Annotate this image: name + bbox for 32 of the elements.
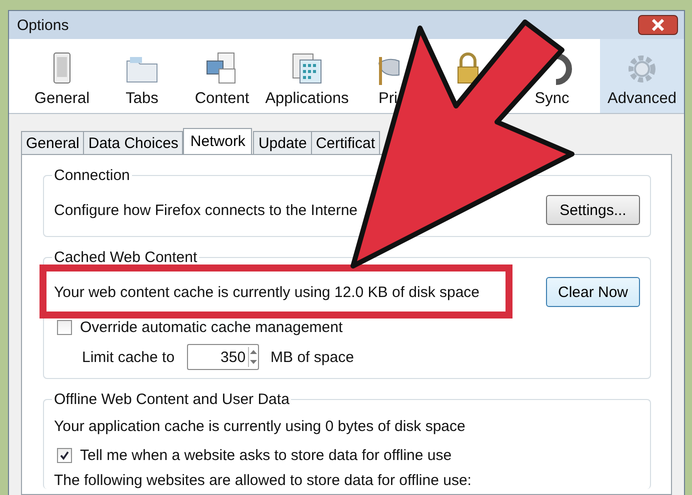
group-title: Cached Web Content (53, 249, 198, 266)
settings-button[interactable]: Settings... (546, 195, 640, 225)
clear-now-button[interactable]: Clear Now (546, 277, 640, 307)
group-title: Offline Web Content and User Data (53, 391, 290, 408)
toolbar-label[interactable]: Pri (378, 90, 398, 108)
toolbar-label[interactable]: Applications (265, 90, 349, 108)
close-icon (651, 19, 665, 31)
number-field[interactable]: 350 (186, 344, 259, 370)
limit-label: Limit cache to (82, 348, 175, 366)
toolbar-label[interactable]: Content (194, 90, 250, 108)
toolbar-label[interactable]: Tabs (126, 90, 158, 108)
list-label: The following websites are allowed to store data for offline use: (54, 471, 472, 489)
unit-label: MB of space (270, 348, 354, 366)
group-title: Connection (53, 167, 131, 184)
checkbox[interactable] (57, 320, 72, 334)
app-cache-usage-text: Your application cache is currently using 0 bytes of disk space (54, 418, 466, 434)
toolbar-item[interactable]: Advanced (600, 39, 684, 113)
close-button[interactable] (638, 15, 678, 35)
window-title: Options (16, 16, 69, 34)
toolbar-label[interactable]: Sync (534, 90, 570, 108)
description-text: Configure how Firefox connects to the Interne (54, 202, 358, 218)
tab[interactable]: Update (253, 131, 312, 154)
toolbar-label[interactable]: General (34, 90, 90, 108)
cache-usage-text: Your web content cache is currently using 12.0 KB of disk space (54, 284, 480, 300)
tab[interactable]: Certificat (310, 131, 380, 154)
tab[interactable]: Data Choices (83, 131, 184, 154)
tab[interactable]: Network (183, 128, 252, 154)
tab[interactable]: General (21, 131, 84, 154)
checkbox-label: Tell me when a website asks to store data for offline use (80, 446, 452, 464)
ring-icon[interactable] (554, 51, 572, 87)
checkbox-label: Override automatic cache management (80, 318, 343, 336)
checkbox[interactable] (57, 448, 72, 462)
